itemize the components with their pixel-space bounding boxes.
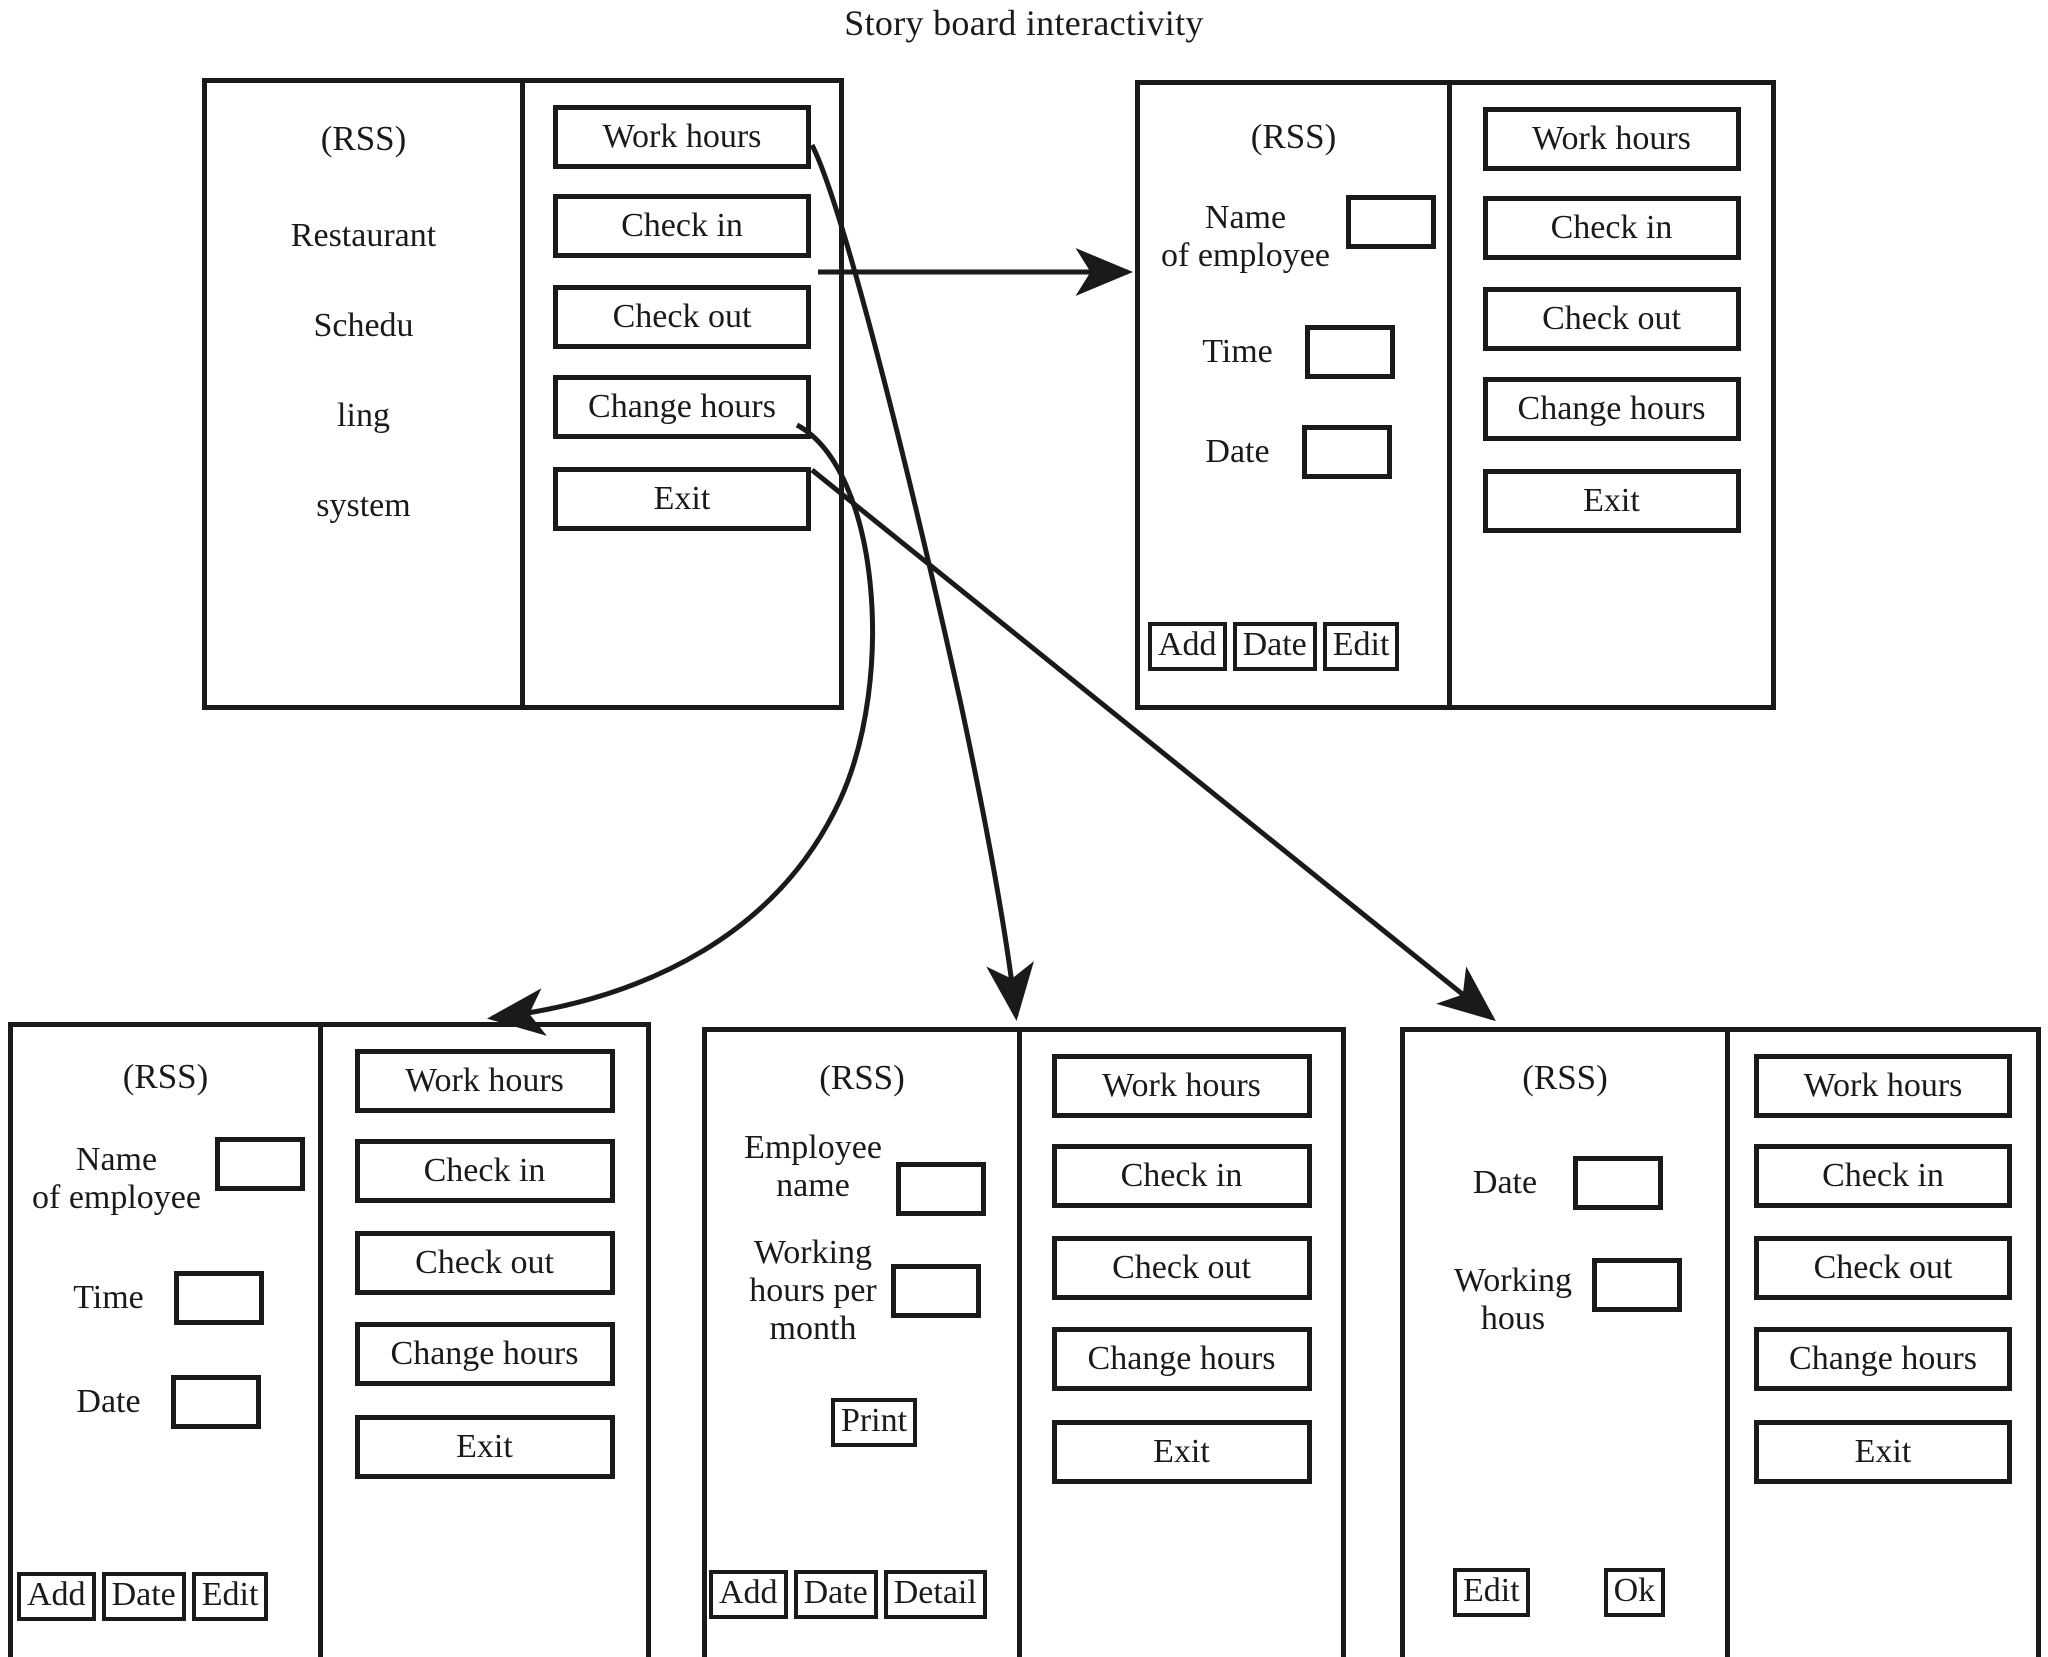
- screen-check-in-nav: Work hours Check in Check out Change hou…: [1452, 85, 1771, 705]
- storyboard-diagram: Story board interactivity (RSS) Restaura…: [0, 0, 2048, 1657]
- field-input-time[interactable]: [173, 1271, 264, 1325]
- menu-button-change-hours[interactable]: Change hours: [553, 375, 811, 439]
- screen-main-menu: (RSS) Restaurant Schedu ling system Work…: [202, 78, 844, 710]
- field-row-name: Name of employee: [13, 1137, 318, 1221]
- screen-work-hours-actions: Add Date Detail: [709, 1570, 987, 1619]
- page-title: Story board interactivity: [844, 3, 1204, 43]
- screen-check-out: (RSS) Name of employee Time Date Add Dat…: [8, 1022, 651, 1657]
- menu-button-check-out[interactable]: Check out: [1482, 287, 1741, 351]
- action-button-date[interactable]: Date: [1232, 622, 1317, 671]
- screen-change-hours-nav: Work hours Check in Check out Change hou…: [1730, 1032, 2036, 1657]
- menu-button-change-hours[interactable]: Change hours: [1051, 1327, 1312, 1391]
- menu-button-work-hours[interactable]: Work hours: [354, 1049, 615, 1113]
- action-button-detail[interactable]: Detail: [883, 1570, 987, 1619]
- field-label-working-hours: Working hours per month: [749, 1234, 877, 1348]
- action-button-print[interactable]: Print: [830, 1398, 918, 1448]
- screen-change-hours: (RSS) Date Working hous Edit Ok Work hou…: [1400, 1027, 2041, 1657]
- menu-button-change-hours[interactable]: Change hours: [1482, 377, 1741, 441]
- menu-button-check-out[interactable]: Check out: [1754, 1236, 2012, 1300]
- action-button-date[interactable]: Date: [101, 1572, 186, 1621]
- field-row-working-hours: Working hous: [1405, 1258, 1725, 1342]
- system-name-line-2: Schedu: [313, 307, 414, 344]
- field-row-working-hours: Working hours per month: [707, 1234, 1017, 1348]
- screen-main-menu-nav: Work hours Check in Check out Change hou…: [525, 83, 839, 705]
- menu-button-change-hours[interactable]: Change hours: [1754, 1327, 2012, 1391]
- screen-heading: (RSS): [320, 119, 407, 158]
- menu-button-check-in[interactable]: Check in: [1051, 1144, 1312, 1208]
- field-label-date: Date: [1205, 432, 1270, 470]
- screen-check-out-form: (RSS) Name of employee Time Date Add Dat…: [13, 1027, 323, 1657]
- field-row-time: Time: [1140, 325, 1447, 379]
- menu-button-check-in[interactable]: Check in: [1482, 196, 1741, 260]
- action-button-edit[interactable]: Edit: [191, 1572, 269, 1621]
- field-label-name: Name of employee: [1161, 198, 1330, 274]
- field-row-date: Date: [13, 1375, 318, 1429]
- field-label-working-hours: Working hous: [1453, 1261, 1573, 1337]
- action-button-add[interactable]: Add: [17, 1572, 96, 1621]
- action-button-add[interactable]: Add: [1148, 622, 1227, 671]
- menu-button-exit[interactable]: Exit: [354, 1415, 615, 1479]
- menu-button-check-out[interactable]: Check out: [1051, 1236, 1312, 1300]
- screen-heading: (RSS): [819, 1058, 905, 1097]
- action-button-edit[interactable]: Edit: [1322, 622, 1400, 671]
- screen-change-hours-form: (RSS) Date Working hous Edit Ok: [1405, 1032, 1730, 1657]
- field-input-employee-name[interactable]: [895, 1162, 986, 1216]
- field-row-time: Time: [13, 1271, 318, 1325]
- screen-work-hours-nav: Work hours Check in Check out Change hou…: [1022, 1032, 1341, 1657]
- screen-work-hours: (RSS) Employee name Working hours per mo…: [702, 1027, 1346, 1657]
- menu-button-work-hours[interactable]: Work hours: [1482, 107, 1741, 171]
- field-input-time[interactable]: [1304, 325, 1395, 379]
- screen-heading: (RSS): [1250, 117, 1337, 156]
- screen-heading: (RSS): [1522, 1058, 1608, 1097]
- menu-button-check-in[interactable]: Check in: [354, 1139, 615, 1203]
- screen-heading: (RSS): [122, 1057, 209, 1096]
- field-input-date[interactable]: [1573, 1156, 1664, 1210]
- menu-button-exit[interactable]: Exit: [1482, 469, 1741, 533]
- menu-button-change-hours[interactable]: Change hours: [354, 1322, 615, 1386]
- menu-button-exit[interactable]: Exit: [553, 467, 811, 531]
- field-input-name[interactable]: [215, 1137, 305, 1191]
- field-input-working-hours[interactable]: [1592, 1258, 1683, 1312]
- screen-check-in-actions: Add Date Edit: [1148, 622, 1400, 671]
- menu-button-work-hours[interactable]: Work hours: [553, 105, 811, 169]
- menu-button-check-in[interactable]: Check in: [553, 194, 811, 258]
- field-label-date: Date: [76, 1382, 141, 1420]
- field-label-time: Time: [73, 1278, 144, 1316]
- screen-check-out-nav: Work hours Check in Check out Change hou…: [323, 1027, 646, 1657]
- field-row-date: Date: [1140, 425, 1447, 479]
- field-input-date[interactable]: [170, 1375, 261, 1429]
- action-button-ok[interactable]: Ok: [1603, 1568, 1666, 1617]
- screen-check-out-actions: Add Date Edit: [17, 1572, 269, 1621]
- screen-check-in-form: (RSS) Name of employee Time Date Add Dat…: [1140, 85, 1452, 705]
- menu-button-exit[interactable]: Exit: [1051, 1420, 1312, 1484]
- screen-check-in: (RSS) Name of employee Time Date Add Dat…: [1135, 80, 1776, 710]
- field-row-name: Name of employee: [1140, 195, 1447, 279]
- screen-work-hours-form: (RSS) Employee name Working hours per mo…: [707, 1032, 1022, 1657]
- menu-button-check-in[interactable]: Check in: [1754, 1144, 2012, 1208]
- field-input-date[interactable]: [1301, 425, 1392, 479]
- field-label-name: Name of employee: [32, 1140, 201, 1216]
- field-label-employee-name: Employee name: [744, 1128, 882, 1204]
- field-input-name[interactable]: [1346, 195, 1436, 249]
- action-button-edit[interactable]: Edit: [1453, 1568, 1530, 1617]
- menu-button-work-hours[interactable]: Work hours: [1051, 1054, 1312, 1118]
- menu-button-exit[interactable]: Exit: [1754, 1420, 2012, 1484]
- field-label-date: Date: [1472, 1163, 1538, 1201]
- field-input-working-hours[interactable]: [890, 1264, 981, 1319]
- field-row-date: Date: [1405, 1156, 1725, 1210]
- menu-button-check-out[interactable]: Check out: [354, 1231, 615, 1295]
- field-row-employee-name: Employee name: [707, 1118, 1017, 1216]
- menu-button-check-out[interactable]: Check out: [553, 285, 811, 349]
- field-label-time: Time: [1202, 332, 1273, 370]
- action-button-add[interactable]: Add: [709, 1570, 788, 1619]
- system-name-line-4: system: [316, 487, 411, 524]
- action-button-date[interactable]: Date: [793, 1570, 878, 1619]
- screen-main-menu-info: (RSS) Restaurant Schedu ling system: [207, 83, 525, 705]
- system-name-line-3: ling: [337, 397, 390, 434]
- system-name-line-1: Restaurant: [290, 217, 437, 254]
- screen-change-hours-actions: Edit Ok: [1453, 1568, 1666, 1617]
- menu-button-work-hours[interactable]: Work hours: [1754, 1054, 2012, 1118]
